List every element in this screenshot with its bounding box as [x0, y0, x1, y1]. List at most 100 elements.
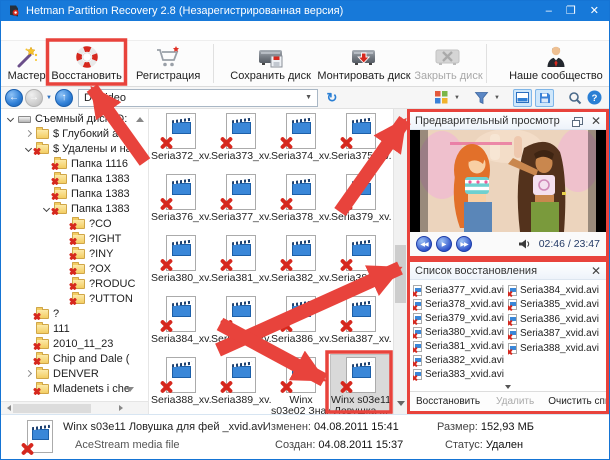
file-item[interactable]: Seria386_xv...: [271, 294, 331, 355]
chevron-icon[interactable]: [23, 369, 35, 379]
file-name: Seria374_xv...: [271, 151, 331, 162]
recovery-list-item[interactable]: Seria384_xvid.avi: [508, 283, 603, 298]
close-panel-icon[interactable]: ✕: [591, 115, 601, 127]
tree-scroll-up-icon[interactable]: [136, 113, 144, 122]
recovery-list-item[interactable]: Seria382_xvid.avi: [413, 354, 508, 368]
file-item[interactable]: Seria384_xv...: [151, 294, 211, 355]
recovery-list-item[interactable]: Seria380_xvid.avi: [413, 325, 508, 340]
recover-button[interactable]: Восстановить: [48, 41, 125, 86]
play-button[interactable]: ▶: [436, 236, 452, 252]
recovery-list-item[interactable]: Seria385_xvid.avi: [508, 298, 603, 313]
scroll-left-icon[interactable]: [4, 405, 11, 411]
recovery-list-item[interactable]: Seria378_xvid.avi: [413, 297, 508, 311]
tree-item[interactable]: ?UTTON: [1, 291, 138, 306]
close-button[interactable]: ✕: [590, 5, 599, 17]
view-mode-dropdown-icon[interactable]: ▼: [453, 95, 461, 101]
file-item[interactable]: Seria376_xv...: [151, 172, 211, 233]
file-item[interactable]: Seria373_xv...: [211, 111, 271, 172]
view-mode-icon[interactable]: [433, 89, 450, 106]
file-list-scrollbar[interactable]: [393, 109, 407, 414]
tree-item[interactable]: Папка 1383: [1, 171, 138, 186]
toggle-save-panel-icon[interactable]: [535, 88, 554, 107]
chevron-icon[interactable]: [23, 129, 35, 139]
chevron-icon[interactable]: [23, 324, 35, 334]
recovery-list-item[interactable]: Seria388_xvid.avi: [508, 341, 603, 356]
recover-selected-button[interactable]: Восстановить: [410, 396, 486, 407]
expand-list-icon[interactable]: [410, 382, 606, 391]
filter-dropdown-icon[interactable]: ▼: [493, 95, 501, 101]
tree-item[interactable]: $ Удалены и на: [1, 141, 138, 156]
tree-item[interactable]: ?INY: [1, 246, 138, 261]
help-icon[interactable]: ?: [586, 89, 603, 106]
chevron-icon[interactable]: [5, 114, 17, 124]
recovery-list-item[interactable]: Seria381_xvid.avi: [413, 340, 508, 354]
forward-button[interactable]: →: [25, 88, 43, 107]
tree-horizontal-scrollbar[interactable]: [1, 401, 148, 414]
tree-item[interactable]: Съемный диск (D:: [1, 111, 138, 126]
maximize-button[interactable]: ❐: [566, 5, 576, 17]
file-item[interactable]: Seria380_xv...: [151, 233, 211, 294]
recovery-list-item[interactable]: Seria383_xvid.avi: [413, 368, 508, 382]
tree-item[interactable]: ?: [1, 306, 138, 321]
tree-item[interactable]: Mladenets i che: [1, 381, 138, 396]
file-item[interactable]: Seria385_xv...: [211, 294, 271, 355]
file-item[interactable]: Seria374_xv...: [271, 111, 331, 172]
tree-item[interactable]: ?IGHT: [1, 231, 138, 246]
up-button[interactable]: ↑: [55, 88, 73, 107]
tree-item[interactable]: Chip and Dale (: [1, 351, 138, 366]
history-dropdown-icon[interactable]: ▼: [45, 95, 53, 101]
refresh-icon[interactable]: ↻: [324, 90, 340, 106]
tree-scroll-down-icon[interactable]: [126, 387, 134, 396]
scroll-down-icon[interactable]: [397, 401, 405, 410]
path-input[interactable]: D:\Video ▼: [78, 88, 318, 107]
scrollbar-thumb[interactable]: [395, 245, 406, 303]
recovery-list-item[interactable]: Seria379_xvid.avi: [413, 311, 508, 326]
mount-disk-button[interactable]: Монтировать диск: [315, 41, 413, 86]
file-item[interactable]: Seria387_xv...: [331, 294, 391, 355]
scroll-right-icon[interactable]: [119, 405, 126, 411]
path-dropdown-icon[interactable]: ▼: [305, 94, 312, 101]
tree-item[interactable]: ?CO: [1, 216, 138, 231]
recovery-list-item[interactable]: Seria386_xvid.avi: [508, 312, 603, 327]
scroll-up-icon[interactable]: [397, 113, 405, 122]
minimize-button[interactable]: –: [546, 5, 552, 17]
tree-item[interactable]: Папка 1383: [1, 186, 138, 201]
file-item[interactable]: Seria375_xv...: [331, 111, 391, 172]
community-button[interactable]: Наше сообщество: [503, 41, 609, 86]
clear-list-button[interactable]: Очистить список: [542, 396, 606, 407]
file-item[interactable]: Seria382_xv...: [271, 233, 331, 294]
file-item[interactable]: Seria388_xv...: [151, 355, 211, 414]
recovery-list-item[interactable]: Seria387_xvid.avi: [508, 327, 603, 342]
file-item[interactable]: Seria381_xv...: [211, 233, 271, 294]
back-button[interactable]: ←: [5, 88, 23, 107]
tree-item[interactable]: DENVER: [1, 366, 138, 381]
tree-item[interactable]: 2010_11_23: [1, 336, 138, 351]
tree-item[interactable]: ?RODUC: [1, 276, 138, 291]
search-icon[interactable]: [566, 89, 583, 106]
file-item[interactable]: Seria389_xv...: [211, 355, 271, 414]
file-item[interactable]: Seria378_xv...: [271, 172, 331, 233]
fast-forward-button[interactable]: ▶▶: [456, 236, 472, 252]
scrollbar-thumb[interactable]: [13, 404, 91, 413]
close-panel-icon[interactable]: ✕: [591, 265, 601, 277]
rewind-button[interactable]: ◀◀: [416, 236, 432, 252]
undock-panel-icon[interactable]: [571, 116, 583, 127]
tree-item[interactable]: Папка 1116: [1, 156, 138, 171]
tree-item[interactable]: Папка 1383: [1, 201, 138, 216]
toggle-preview-panel-icon[interactable]: [513, 88, 532, 107]
file-item[interactable]: Seria372_xv...: [151, 111, 211, 172]
wizard-button[interactable]: Мастер: [5, 41, 48, 86]
recovery-list-item[interactable]: Seria377_xvid.avi: [413, 283, 508, 297]
save-disk-button[interactable]: Сохранить диск: [226, 41, 314, 86]
tree-item[interactable]: ?OX: [1, 261, 138, 276]
filter-icon[interactable]: [473, 89, 490, 106]
file-item[interactable]: Winx s03e02 Знак Валто...: [271, 355, 331, 414]
file-item[interactable]: Seria377_xv...: [211, 172, 271, 233]
file-item[interactable]: Seria379_xv...: [331, 172, 391, 233]
tree-item[interactable]: 111: [1, 321, 138, 336]
file-item[interactable]: Winx s03e11 Ловушка ...: [330, 354, 392, 414]
tree-item[interactable]: $ Глубокий а: [1, 126, 138, 141]
volume-icon[interactable]: [518, 239, 531, 249]
file-item[interactable]: Seria383_xv...: [331, 233, 391, 294]
registration-button[interactable]: Регистрация: [125, 41, 211, 86]
